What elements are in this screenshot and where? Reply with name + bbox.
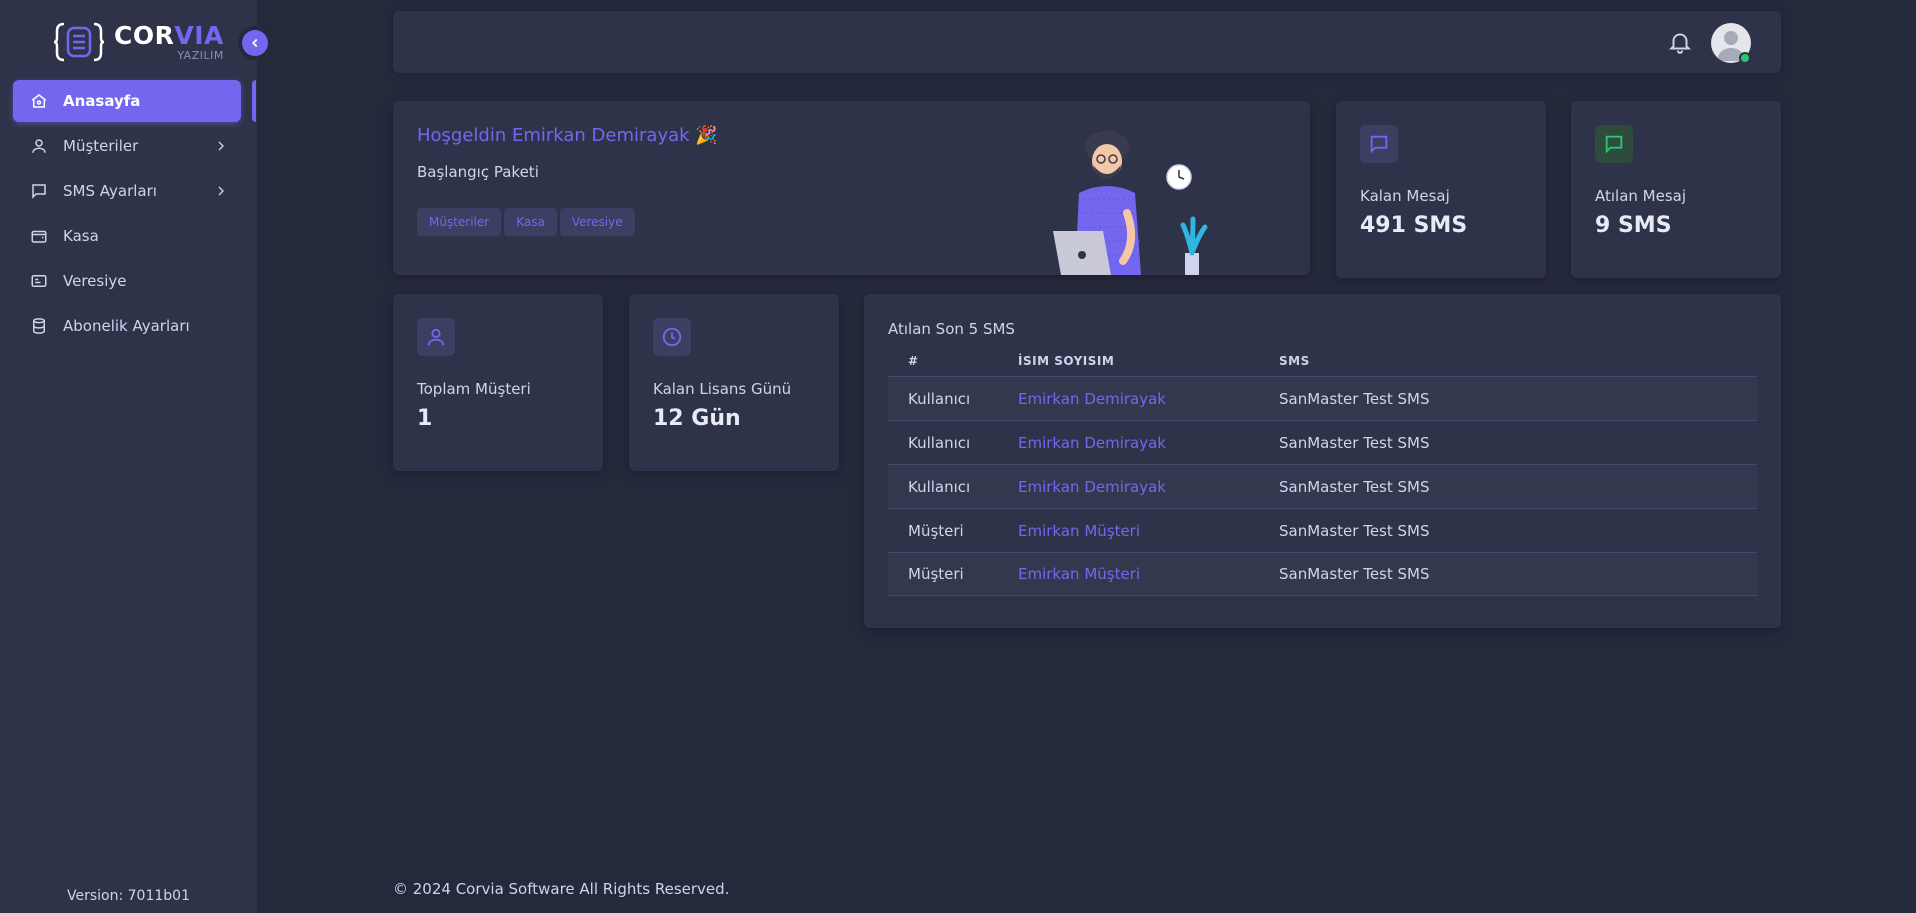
stat-value: 491 SMS (1360, 213, 1468, 238)
table-row: Müşteri Emirkan Müşteri SanMaster Test S… (888, 552, 1757, 596)
sidebar-item-anasayfa[interactable]: Anasayfa (13, 80, 241, 122)
sidebar-item-label: Anasayfa (63, 92, 141, 110)
stat-card-atilan-mesaj: Atılan Mesaj 9 SMS (1571, 101, 1781, 278)
person-laptop-illustration (1053, 131, 1208, 275)
row-sms: SanMaster Test SMS (1279, 433, 1430, 452)
sidebar-item-label: SMS Ayarları (63, 182, 157, 200)
row-name-link[interactable]: Emirkan Demirayak (1018, 434, 1166, 452)
column-header: İSIM SOYISIM (1018, 354, 1115, 368)
welcome-card: Hoşgeldin Emirkan Demirayak 🎉 Başlangıç … (393, 101, 1310, 275)
table-row: Kullanıcı Emirkan Demirayak SanMaster Te… (888, 376, 1757, 420)
package-name: Başlangıç Paketi (417, 163, 539, 181)
database-icon (29, 316, 49, 336)
sidebar-item-abonelik-ayarlari[interactable]: Abonelik Ayarları (13, 305, 241, 347)
stat-label: Kalan Lisans Günü (653, 380, 792, 398)
chevron-right-icon (218, 141, 224, 151)
recent-sms-table: # İSIM SOYISIM SMS Kullanıcı Emirkan Dem… (888, 346, 1757, 596)
row-sms: SanMaster Test SMS (1279, 565, 1430, 583)
message-icon (1360, 125, 1398, 163)
column-header: # (908, 354, 919, 368)
brand-name-part2: VIA (174, 21, 224, 50)
brand-subtitle: YAZILIM (177, 49, 224, 62)
sidebar-menu: Anasayfa Müşteriler SMS Ayarları Kasa Ve… (13, 80, 241, 350)
online-status-dot (1739, 52, 1751, 64)
user-icon (417, 318, 455, 356)
sidebar: CORVIA YAZILIM Anasayfa Müşteriler SMS A… (0, 0, 257, 913)
chip-veresiye[interactable]: Veresiye (559, 208, 635, 236)
recent-sms-title: Atılan Son 5 SMS (888, 320, 1015, 338)
message-icon (1595, 125, 1633, 163)
welcome-title: Hoşgeldin Emirkan Demirayak 🎉 (417, 125, 718, 146)
table-row: Müşteri Emirkan Müşteri SanMaster Test S… (888, 508, 1757, 552)
chip-musteriler[interactable]: Müşteriler (417, 208, 502, 236)
row-type: Kullanıcı (908, 389, 971, 408)
row-type: Müşteri (908, 565, 964, 583)
top-navbar (393, 11, 1781, 73)
row-type: Müşteri (908, 521, 964, 540)
recent-sms-card: Atılan Son 5 SMS # İSIM SOYISIM SMS Kull… (864, 294, 1781, 628)
version-label: Version: 7011b01 (67, 888, 190, 904)
stat-label: Kalan Mesaj (1360, 187, 1450, 205)
quick-links: Müşteriler Kasa Veresiye (417, 208, 635, 236)
sidebar-item-musteriler[interactable]: Müşteriler (13, 125, 241, 167)
stat-card-kalan-lisans: Kalan Lisans Günü 12 Gün (629, 294, 839, 471)
brand-name: CORVIA (114, 23, 224, 48)
sidebar-item-veresiye[interactable]: Veresiye (13, 260, 241, 302)
wallet-icon (29, 226, 49, 246)
brand-name-part1: COR (114, 21, 175, 50)
table-header: # İSIM SOYISIM SMS (888, 346, 1757, 376)
chevron-right-icon (218, 186, 224, 196)
row-sms: SanMaster Test SMS (1279, 389, 1430, 408)
chevron-left-icon (252, 38, 258, 48)
stat-card-kalan-mesaj: Kalan Mesaj 491 SMS (1336, 101, 1546, 278)
user-icon (29, 136, 49, 156)
sidebar-item-kasa[interactable]: Kasa (13, 215, 241, 257)
active-indicator (252, 80, 256, 122)
sidebar-item-label: Abonelik Ayarları (63, 317, 190, 335)
sidebar-item-label: Müşteriler (63, 137, 139, 155)
stat-value: 12 Gün (653, 406, 741, 431)
home-icon (29, 91, 49, 111)
column-header: SMS (1279, 354, 1310, 368)
id-card-icon (29, 271, 49, 291)
footer-copyright: © 2024 Corvia Software All Rights Reserv… (393, 880, 730, 898)
row-type: Kullanıcı (908, 433, 971, 452)
bell-icon[interactable] (1667, 29, 1693, 55)
chip-kasa[interactable]: Kasa (504, 208, 557, 236)
stat-label: Toplam Müşteri (417, 380, 531, 398)
table-row: Kullanıcı Emirkan Demirayak SanMaster Te… (888, 420, 1757, 464)
row-sms: SanMaster Test SMS (1279, 477, 1430, 496)
stat-card-toplam-musteri: Toplam Müşteri 1 (393, 294, 603, 471)
sidebar-collapse-button[interactable] (242, 30, 268, 56)
sidebar-item-label: Veresiye (63, 272, 127, 290)
table-row: Kullanıcı Emirkan Demirayak SanMaster Te… (888, 464, 1757, 508)
stat-value: 9 SMS (1595, 213, 1672, 238)
row-name-link[interactable]: Emirkan Müşteri (1018, 565, 1140, 583)
brand[interactable]: CORVIA YAZILIM (54, 20, 224, 64)
row-name-link[interactable]: Emirkan Demirayak (1018, 390, 1166, 408)
sidebar-item-sms-ayarlari[interactable]: SMS Ayarları (13, 170, 241, 212)
clock-icon (653, 318, 691, 356)
corvia-logo-icon (54, 22, 104, 62)
message-icon (29, 181, 49, 201)
stat-label: Atılan Mesaj (1595, 187, 1687, 205)
row-name-link[interactable]: Emirkan Müşteri (1018, 522, 1140, 540)
stat-value: 1 (417, 406, 433, 431)
row-type: Kullanıcı (908, 477, 971, 496)
row-sms: SanMaster Test SMS (1279, 521, 1430, 540)
row-name-link[interactable]: Emirkan Demirayak (1018, 478, 1166, 496)
sidebar-item-label: Kasa (63, 227, 99, 245)
